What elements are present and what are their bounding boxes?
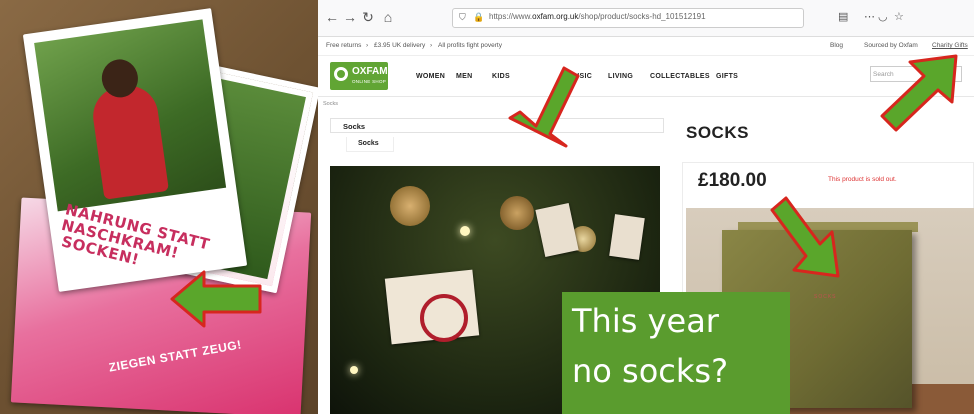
left-arrow-icon	[170, 270, 262, 328]
logo-subtitle: ONLINE SHOP	[352, 79, 387, 84]
blog-link[interactable]: Blog	[830, 42, 843, 49]
home-icon[interactable]: ⌂	[380, 9, 396, 25]
promo-profits: All profits fight poverty	[438, 42, 502, 49]
caption-overlay: This year no socks?	[562, 292, 790, 414]
promo-free-returns: Free returns	[326, 42, 362, 49]
promo-separator: ›	[366, 42, 369, 49]
oxfam-logo[interactable]: OXFAM ONLINE SHOP	[330, 62, 388, 90]
sold-out-message: This product is sold out.	[828, 176, 897, 183]
lock-icon: 🔒	[473, 12, 485, 22]
postcards-photo: NAHRUNG STATT NASCHKRAM! SOCKEN! ZIEGEN …	[0, 0, 318, 414]
browser-toolbar: ← → ↻ ⌂ ⛉ 🔒 https://www.oxfam.org.uk/sho…	[318, 0, 974, 37]
variant-tab[interactable]: Socks	[358, 140, 379, 147]
charity-gifts-link[interactable]: Charity Gifts	[932, 42, 968, 49]
url-text: https://www.oxfam.org.uk/shop/product/so…	[489, 12, 706, 21]
nav-living[interactable]: LIVING	[608, 73, 633, 80]
pocket-icon[interactable]: ◡	[878, 10, 888, 23]
breadcrumb[interactable]: Socks	[323, 101, 338, 107]
down-arrow-icon	[508, 66, 580, 148]
address-bar[interactable]: ⛉ 🔒 https://www.oxfam.org.uk/shop/produc…	[452, 8, 804, 28]
shield-icon: ⛉	[459, 12, 466, 22]
down-right-arrow-icon	[770, 196, 840, 278]
book-cover-label: SOCKS	[814, 294, 837, 300]
logo-title: OXFAM	[352, 66, 388, 77]
nav-men[interactable]: MEN	[456, 73, 472, 80]
up-right-arrow-icon	[880, 54, 958, 132]
variant-select[interactable]: Socks	[330, 118, 664, 133]
reader-view-icon[interactable]: ▤	[838, 10, 848, 23]
promo-delivery: £3.95 UK delivery	[374, 42, 426, 49]
promo-separator: ›	[430, 42, 433, 49]
caption-line-1: This year	[572, 302, 719, 340]
product-price: £180.00	[698, 170, 767, 191]
page-actions-icon[interactable]: ⋯	[864, 10, 875, 23]
reload-icon[interactable]: ↻	[360, 9, 376, 26]
caption-line-2: no socks?	[572, 352, 729, 390]
sourced-by-oxfam-link[interactable]: Sourced by Oxfam	[864, 42, 918, 49]
bookmark-star-icon[interactable]: ☆	[894, 10, 904, 23]
nav-collectables[interactable]: COLLECTABLES	[650, 73, 710, 80]
nav-women[interactable]: WOMEN	[416, 73, 445, 80]
forward-arrow-icon[interactable]: →	[342, 9, 358, 25]
back-arrow-icon[interactable]: ←	[324, 9, 340, 25]
postcard-photo	[34, 19, 227, 212]
nav-gifts[interactable]: GIFTS	[716, 73, 738, 80]
oxfam-logo-icon	[334, 67, 348, 81]
browser-window: ← → ↻ ⌂ ⛉ 🔒 https://www.oxfam.org.uk/sho…	[318, 0, 974, 414]
product-title: SOCKS	[686, 123, 749, 142]
